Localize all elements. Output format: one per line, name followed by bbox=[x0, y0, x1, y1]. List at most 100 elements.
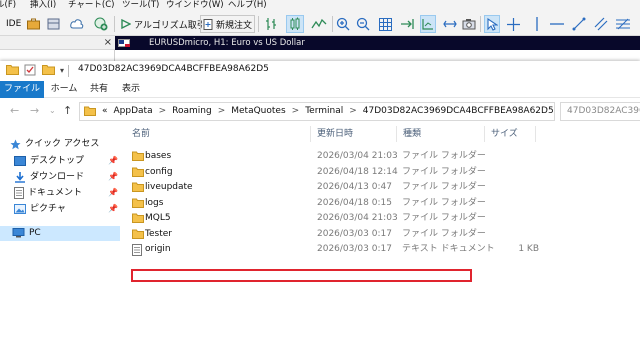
recent-chevron-icon[interactable]: ⌄ bbox=[49, 105, 56, 117]
file-row-config[interactable]: config 2026/04/18 12:14 ファイル フォルダー bbox=[130, 165, 550, 180]
bar-chart-icon[interactable] bbox=[264, 15, 278, 33]
address-bar[interactable]: « AppData > Roaming > MetaQuotes > Termi… bbox=[79, 102, 555, 121]
document-icon bbox=[14, 187, 24, 199]
folder-icon bbox=[132, 151, 144, 164]
file-row-mql5[interactable]: MQL5 2026/03/04 21:03 ファイル フォルダー bbox=[130, 211, 550, 226]
column-header-type[interactable]: 種類 bbox=[403, 126, 421, 142]
chart-shift-icon[interactable] bbox=[420, 15, 436, 33]
back-arrow-icon[interactable]: ← bbox=[10, 105, 19, 117]
forward-arrow-icon[interactable]: → bbox=[30, 105, 39, 117]
file-date: 2026/04/13 0:47 bbox=[317, 182, 392, 192]
crosshair-icon[interactable] bbox=[506, 15, 520, 33]
highlight-box bbox=[131, 269, 472, 282]
nav-quick-access[interactable]: クイック アクセス bbox=[10, 136, 99, 152]
file-date: 2026/03/03 0:17 bbox=[317, 244, 392, 254]
breadcrumb-terminal-id[interactable]: 47D03D82AC3969DCA4BCFFBEA98A62D5 bbox=[363, 103, 554, 120]
breadcrumb-terminal[interactable]: Terminal bbox=[305, 103, 343, 120]
file-row-bases[interactable]: bases 2026/03/04 21:03 ファイル フォルダー bbox=[130, 149, 550, 164]
new-order-button[interactable]: 新規注文 bbox=[200, 15, 256, 33]
menu-help[interactable]: ヘルプ(H) bbox=[228, 0, 267, 11]
pin-icon[interactable]: 📌 bbox=[108, 153, 118, 169]
vertical-line-icon[interactable] bbox=[530, 15, 544, 33]
file-row-origin[interactable]: origin 2026/03/03 0:17 テキスト ドキュメント 1 KB bbox=[130, 242, 550, 257]
file-row-tester[interactable]: Tester 2026/03/03 0:17 ファイル フォルダー bbox=[130, 227, 550, 242]
checkmark-doc-icon[interactable] bbox=[24, 64, 36, 79]
column-header-date[interactable]: 更新日時 bbox=[317, 126, 353, 142]
file-name: Tester bbox=[145, 228, 172, 239]
folder-icon bbox=[132, 213, 144, 226]
fibonacci-icon[interactable] bbox=[616, 15, 630, 33]
pin-icon[interactable]: 📌 bbox=[108, 169, 118, 185]
chart-window-tab[interactable]: EURUSDmicro, H1: Euro vs US Dollar bbox=[115, 36, 640, 50]
file-type: ファイル フォルダー bbox=[402, 213, 486, 223]
column-header-name[interactable]: 名前 bbox=[132, 126, 150, 142]
file-size: 1 KB bbox=[518, 244, 539, 254]
folder-icon bbox=[84, 106, 96, 119]
search-input[interactable]: 47D03D82AC3969D bbox=[560, 102, 640, 121]
nav-downloads[interactable]: ダウンロード 📌 bbox=[14, 169, 118, 185]
picture-icon bbox=[14, 204, 26, 214]
folder-icon bbox=[132, 167, 144, 180]
grid-icon[interactable] bbox=[378, 15, 392, 33]
tab-home[interactable]: ホーム bbox=[50, 81, 78, 98]
line-chart-icon[interactable] bbox=[310, 15, 328, 33]
flag-icon bbox=[118, 39, 130, 47]
address-bar-row: ← → ⌄ ↑ « AppData > Roaming > MetaQuotes… bbox=[0, 98, 640, 125]
file-type: ファイル フォルダー bbox=[402, 182, 486, 192]
globe-add-icon[interactable] bbox=[94, 15, 108, 33]
menu-file[interactable]: ル(F) bbox=[0, 0, 16, 11]
ribbon-tabs: ファイル ホーム 共有 表示 bbox=[0, 81, 640, 98]
file-list: 名前 更新日時 種類 サイズ bases 2026/03/04 21:03 ファイル… bbox=[120, 125, 640, 360]
file-type: テキスト ドキュメント bbox=[402, 244, 495, 254]
close-icon[interactable]: × bbox=[104, 37, 112, 48]
cursor-icon[interactable] bbox=[484, 15, 500, 33]
algo-trading-button[interactable]: アルゴリズム取引 bbox=[118, 15, 209, 33]
screenshot-icon[interactable] bbox=[462, 15, 476, 33]
pin-icon[interactable]: 📌 bbox=[108, 201, 118, 217]
ide-button[interactable]: IDE bbox=[3, 15, 24, 33]
menu-insert[interactable]: 挿入(I) bbox=[30, 0, 56, 11]
nav-desktop[interactable]: デスクトップ 📌 bbox=[14, 153, 118, 169]
folder-icon bbox=[132, 182, 144, 195]
mt-menu-bar: ル(F) 挿入(I) チャート(C) ツール(T) ウインドウ(W) ヘルプ(H… bbox=[0, 0, 640, 11]
menu-tools[interactable]: ツール(T) bbox=[122, 0, 159, 11]
breadcrumb-roaming[interactable]: Roaming bbox=[172, 103, 212, 120]
autoscroll-icon[interactable] bbox=[400, 15, 414, 33]
nav-documents[interactable]: ドキュメント 📌 bbox=[14, 185, 118, 201]
chevron-down-icon[interactable]: ▾ bbox=[60, 66, 64, 75]
file-row-liveupdate[interactable]: liveupdate 2026/04/13 0:47 ファイル フォルダー bbox=[130, 180, 550, 195]
breadcrumb-metaquotes[interactable]: MetaQuotes bbox=[231, 103, 285, 120]
title-divider bbox=[68, 65, 69, 77]
breadcrumb-overflow[interactable]: « bbox=[102, 103, 108, 120]
file-row-logs[interactable]: logs 2026/04/18 0:15 ファイル フォルダー bbox=[130, 196, 550, 211]
column-header-size[interactable]: サイズ bbox=[491, 126, 518, 142]
tab-view[interactable]: 表示 bbox=[120, 81, 142, 98]
new-order-icon bbox=[203, 18, 213, 30]
candlestick-icon[interactable] bbox=[286, 15, 304, 33]
channel-icon[interactable] bbox=[594, 15, 608, 33]
zoom-in-icon[interactable] bbox=[336, 15, 350, 33]
cloud-icon[interactable] bbox=[70, 15, 84, 33]
file-name: MQL5 bbox=[145, 213, 171, 223]
desktop-icon bbox=[14, 156, 26, 166]
tab-file[interactable]: ファイル bbox=[0, 81, 44, 98]
nav-pc[interactable]: PC bbox=[12, 225, 41, 241]
menu-chart[interactable]: チャート(C) bbox=[68, 0, 114, 11]
folder-icon bbox=[132, 198, 144, 211]
pin-icon[interactable]: 📌 bbox=[108, 185, 118, 201]
trendline-icon[interactable] bbox=[572, 15, 586, 33]
tab-share[interactable]: 共有 bbox=[88, 81, 110, 98]
menu-window[interactable]: ウインドウ(W) bbox=[166, 0, 224, 11]
nav-pictures[interactable]: ピクチャ 📌 bbox=[14, 201, 118, 217]
zoom-out-icon[interactable] bbox=[356, 15, 370, 33]
briefcase-icon[interactable] bbox=[26, 15, 40, 33]
new-folder-icon[interactable] bbox=[42, 64, 55, 78]
navigator-title-bar: × bbox=[0, 36, 115, 50]
horizontal-line-icon[interactable] bbox=[550, 15, 564, 33]
chart-scale-icon[interactable] bbox=[442, 15, 458, 33]
file-date: 2026/03/03 0:17 bbox=[317, 228, 392, 239]
up-arrow-icon[interactable]: ↑ bbox=[63, 105, 72, 117]
breadcrumb-appdata[interactable]: AppData bbox=[114, 103, 153, 120]
vps-icon[interactable] bbox=[46, 15, 60, 33]
breadcrumb-separator: > bbox=[349, 106, 357, 116]
